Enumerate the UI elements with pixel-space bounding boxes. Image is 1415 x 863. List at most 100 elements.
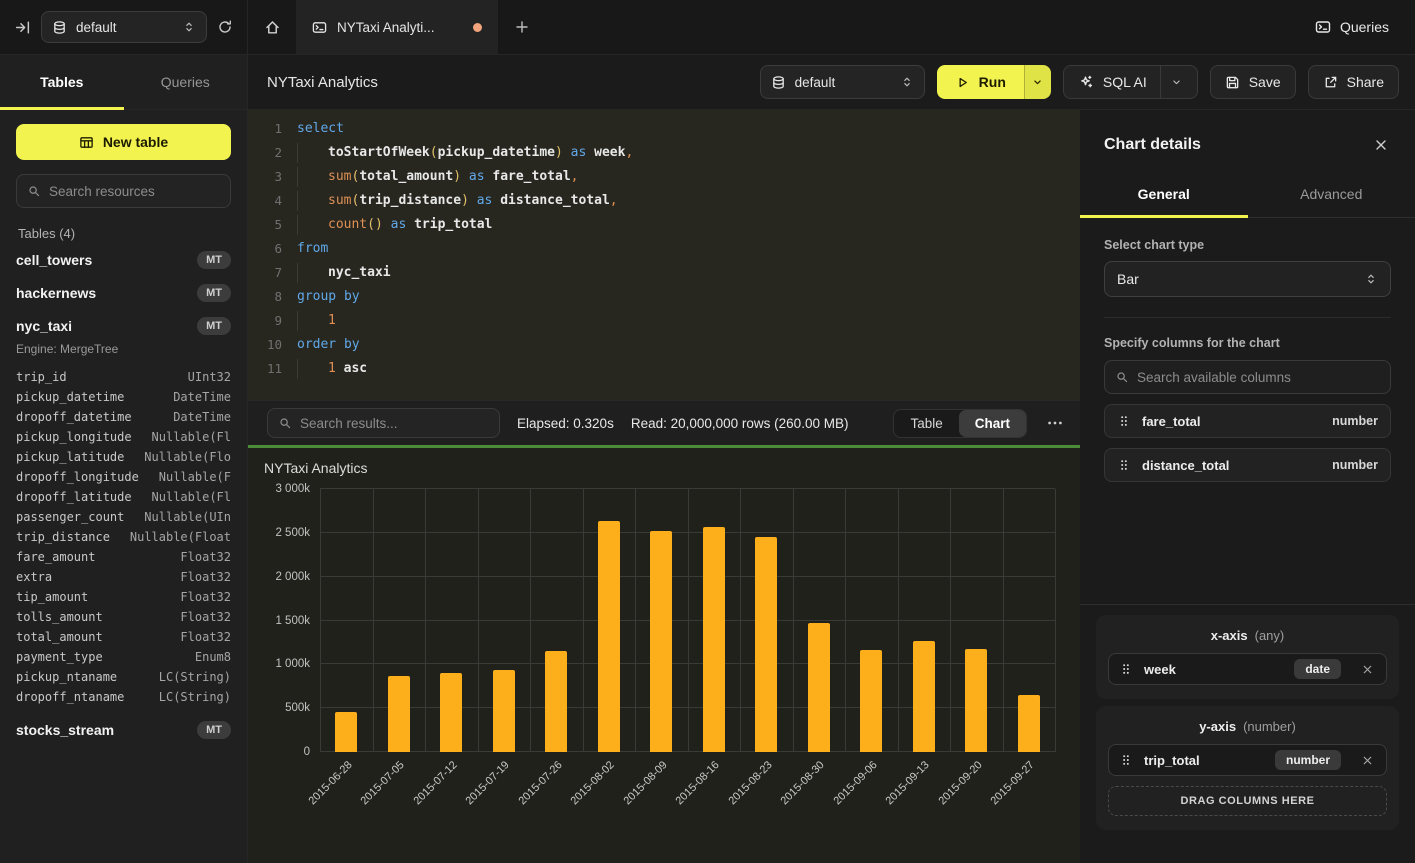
column-chip-type: number [1332, 458, 1378, 472]
x-axis-label: x-axis [1211, 628, 1248, 643]
queries-label: Queries [1340, 19, 1389, 35]
code-text: from [297, 237, 328, 261]
chevron-updown-icon [182, 20, 196, 34]
code-text: group by [297, 285, 360, 309]
new-tab-icon[interactable] [498, 0, 546, 54]
view-table-segment[interactable]: Table [894, 410, 958, 437]
column-name: passenger_count [16, 510, 124, 524]
sql-ai-button[interactable]: SQL AI [1063, 65, 1198, 99]
drag-handle-icon [1117, 414, 1131, 428]
line-number: 4 [248, 189, 282, 213]
sql-editor[interactable]: 1select2toStartOfWeek(pickup_datetime) a… [248, 110, 1080, 400]
column-name: dropoff_longitude [16, 470, 139, 484]
database-name: default [76, 20, 117, 35]
search-resources-input[interactable] [49, 184, 220, 199]
chart-plot: 0500k1 000k1 500k2 000k2 500k3 000k2015-… [320, 489, 1055, 752]
database-selector[interactable]: default [41, 11, 207, 43]
sidebar-tab-queries[interactable]: Queries [124, 55, 248, 109]
sidebar-table-row[interactable]: nyc_taxiMT [16, 309, 231, 342]
panel-header: Chart details [1080, 110, 1415, 174]
y-axis-tick-label: 1 000k [275, 658, 310, 670]
code-text: sum(trip_distance) as distance_total, [297, 189, 618, 213]
new-table-button[interactable]: New table [16, 124, 231, 160]
sidebar-table-row[interactable]: cell_towersMT [16, 243, 231, 276]
code-line: 10order by [248, 333, 1080, 357]
line-number: 11 [248, 357, 282, 381]
save-button[interactable]: Save [1210, 65, 1296, 99]
tab-advanced[interactable]: Advanced [1248, 174, 1415, 217]
search-results-input[interactable] [300, 416, 489, 431]
tab-general[interactable]: General [1080, 174, 1248, 217]
column-chip-name: fare_total [1142, 414, 1201, 429]
column-name: trip_distance [16, 530, 110, 544]
rows-read: Read: 20,000,000 rows (260.00 MB) [631, 416, 849, 431]
available-column-chip[interactable]: distance_totalnumber [1104, 448, 1391, 482]
column-name: tip_amount [16, 590, 88, 604]
collapse-sidebar-icon[interactable] [14, 19, 31, 36]
column-name: tolls_amount [16, 610, 103, 624]
engine-badge: MT [197, 251, 231, 269]
column-row: dropoff_ntanameLC(String) [16, 687, 231, 707]
share-button[interactable]: Share [1308, 65, 1399, 99]
x-axis-box: x-axis(any) weekdate [1096, 615, 1399, 699]
sidebar-table-row[interactable]: stocks_streamMT [16, 713, 231, 746]
axis-column-chip[interactable]: weekdate [1108, 653, 1387, 685]
view-chart-segment[interactable]: Chart [959, 410, 1026, 437]
code-text: 1 [297, 309, 336, 333]
column-chip-type: number [1332, 414, 1378, 428]
query-tab-title: NYTaxi Analyti... [337, 20, 435, 35]
column-row: passenger_countNullable(UIn [16, 507, 231, 527]
remove-icon[interactable] [1361, 663, 1374, 676]
gridline-v [845, 489, 846, 752]
chart-type-select[interactable]: Bar [1104, 261, 1391, 297]
y-axis-tick-label: 0 [304, 746, 310, 758]
terminal-icon [1315, 19, 1331, 35]
run-button[interactable]: Run [937, 65, 1051, 99]
divider [1104, 317, 1391, 318]
remove-icon[interactable] [1361, 754, 1374, 767]
chart-bar [1018, 695, 1040, 752]
chart-bar [598, 521, 620, 752]
refresh-icon[interactable] [217, 19, 233, 35]
query-database-name: default [795, 75, 836, 90]
home-icon[interactable] [248, 0, 296, 54]
column-row: dropoff_longitudeNullable(F [16, 467, 231, 487]
more-options-icon[interactable] [1044, 414, 1066, 432]
y-axis-tick-label: 2 000k [275, 571, 310, 583]
column-type: LC(String) [159, 670, 231, 684]
query-header: NYTaxi Analytics default Run SQL AI [248, 55, 1415, 110]
run-main[interactable]: Run [937, 65, 1024, 99]
axis-column-chip[interactable]: trip_totalnumber [1108, 744, 1387, 776]
run-options-chevron[interactable] [1024, 65, 1051, 99]
tables-section-label: Tables (4) [18, 226, 229, 241]
sidebar-table-row[interactable]: hackernewsMT [16, 276, 231, 309]
close-icon[interactable] [1373, 137, 1389, 153]
sidebar-tabs: Tables Queries [0, 55, 247, 110]
query-database-selector[interactable]: default [760, 65, 925, 99]
sidebar-tab-tables[interactable]: Tables [0, 55, 124, 109]
run-label: Run [979, 74, 1006, 90]
share-label: Share [1347, 74, 1384, 90]
column-type: Float32 [180, 550, 231, 564]
line-number: 9 [248, 309, 282, 333]
columns-label: Specify columns for the chart [1104, 336, 1391, 350]
query-tab[interactable]: NYTaxi Analyti... [296, 0, 498, 54]
chart-title: NYTaxi Analytics [264, 460, 367, 476]
column-type: Nullable(Fl [152, 430, 231, 444]
sql-ai-chevron[interactable] [1160, 66, 1189, 98]
table-columns: trip_idUInt32pickup_datetimeDateTimedrop… [16, 367, 231, 707]
code-text: order by [297, 333, 360, 357]
queries-button[interactable]: Queries [1315, 19, 1389, 35]
column-row: payment_typeEnum8 [16, 647, 231, 667]
line-number: 8 [248, 285, 282, 309]
drop-zone[interactable]: DRAG COLUMNS HERE [1108, 786, 1387, 816]
chart-type-value: Bar [1117, 271, 1139, 287]
column-type: Enum8 [195, 650, 231, 664]
search-icon [27, 184, 41, 198]
chart-bar [493, 670, 515, 752]
available-column-chip[interactable]: fare_total number [1104, 404, 1391, 438]
code-text: count() as trip_total [297, 213, 492, 237]
engine-badge: MT [197, 317, 231, 335]
chart-bar [755, 537, 777, 752]
search-columns-input[interactable] [1137, 370, 1380, 385]
